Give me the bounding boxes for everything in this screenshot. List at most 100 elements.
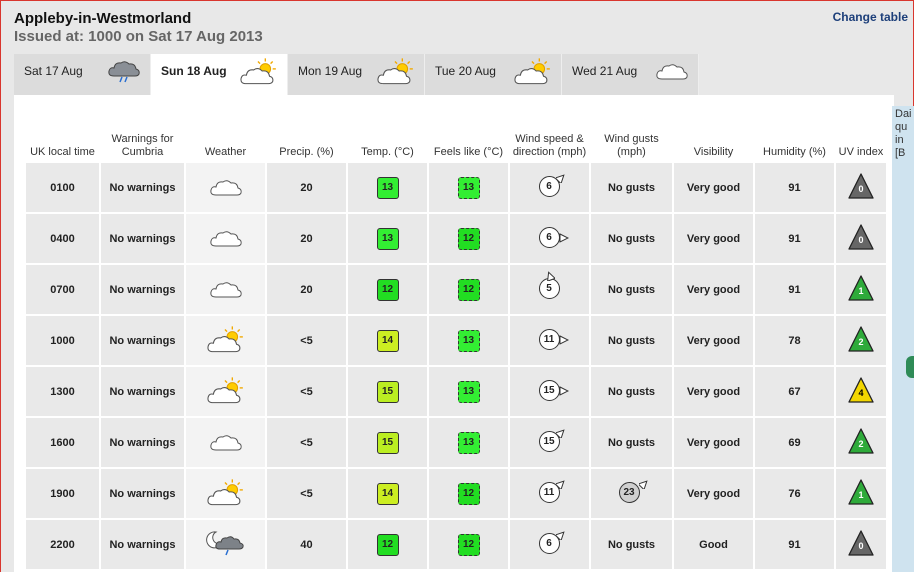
humidity-cell: 69 <box>755 418 834 467</box>
visibility-cell: Very good <box>674 163 753 212</box>
table-row: 1600 No warnings <5 15 13 15 No gusts Very good… <box>26 418 886 467</box>
feels-value: 12 <box>457 533 480 556</box>
uv-cell: 1 <box>836 265 886 314</box>
warning-cell: No warnings <box>101 469 184 518</box>
tab-day-4[interactable]: Wed 21 Aug <box>562 54 699 95</box>
temp-cell: 12 <box>348 520 427 569</box>
humidity-cell: 91 <box>755 214 834 263</box>
feels-cell: 13 <box>429 316 508 365</box>
uv-triangle-icon: 0 <box>847 172 875 200</box>
gusts-cell: No gusts <box>591 163 672 212</box>
cloud-icon <box>208 180 244 202</box>
tab-day-0[interactable]: Sat 17 Aug <box>14 54 151 95</box>
gusts-cell: No gusts <box>591 367 672 416</box>
humidity-cell: 91 <box>755 265 834 314</box>
header-uv: UV index <box>838 146 884 158</box>
tab-label: Sat 17 Aug <box>24 64 83 78</box>
table-row: 1000 No warnings <5 14 13 11 No gusts Very good… <box>26 316 886 365</box>
uv-triangle-icon: 1 <box>847 274 875 302</box>
change-table-link[interactable]: Change table <box>833 10 908 24</box>
gust-text: No gusts <box>607 436 656 449</box>
header-gusts: Wind gusts (mph) <box>604 133 659 158</box>
uv-cell: 2 <box>836 418 886 467</box>
uv-triangle-icon: 2 <box>847 427 875 455</box>
visibility-cell: Very good <box>674 265 753 314</box>
temp-value: 13 <box>376 176 399 199</box>
gust-text: No gusts <box>607 232 656 245</box>
wind-indicator: 6 <box>537 530 565 556</box>
sun-cloud-icon <box>239 57 279 88</box>
uv-triangle-icon: 0 <box>847 529 875 557</box>
side-panel-toggle[interactable] <box>906 356 914 378</box>
uv-value: 0 <box>858 541 864 551</box>
precip-cell: 20 <box>267 163 346 212</box>
table-header-row: UK local time Warnings for Cumbria Weath… <box>26 117 886 161</box>
header-wind: Wind speed & direction (mph) <box>512 133 587 158</box>
visibility-cell: Very good <box>674 316 753 365</box>
visibility-cell: Very good <box>674 367 753 416</box>
temp-cell: 15 <box>348 418 427 467</box>
header-feels: Feels like (°C) <box>433 146 504 158</box>
location-title: Appleby-in-Westmorland <box>14 10 192 27</box>
table-row: 0400 No warnings 20 13 12 6 No gusts Very good 9… <box>26 214 886 263</box>
issued-time: Issued at: 1000 on Sat 17 Aug 2013 <box>14 28 263 45</box>
wind-indicator: 11 <box>537 326 569 352</box>
feels-cell: 12 <box>429 469 508 518</box>
temp-value: 14 <box>376 482 399 505</box>
feels-cell: 12 <box>429 520 508 569</box>
tab-day-1[interactable]: Sun 18 Aug <box>151 54 288 95</box>
time-cell: 1000 <box>26 316 99 365</box>
tab-label: Sun 18 Aug <box>161 64 227 78</box>
visibility-cell: Good <box>674 520 753 569</box>
warning-cell: No warnings <box>101 520 184 569</box>
precip-cell: <5 <box>267 469 346 518</box>
wind-cell: 11 <box>510 316 589 365</box>
cloud-icon <box>208 435 244 457</box>
uv-triangle-icon: 0 <box>847 223 875 251</box>
wind-cell: 11 <box>510 469 589 518</box>
uv-cell: 1 <box>836 469 886 518</box>
temp-cell: 14 <box>348 469 427 518</box>
day-tabs: Sat 17 Aug Sun 18 Aug Mon 19 Aug Tue 20 Aug… <box>14 54 699 95</box>
gusts-cell: No gusts <box>591 418 672 467</box>
forecast-table: UK local time Warnings for Cumbria Weath… <box>24 115 888 571</box>
wind-speed: 6 <box>538 227 560 248</box>
feels-value: 13 <box>457 176 480 199</box>
tab-day-2[interactable]: Mon 19 Aug <box>288 54 425 95</box>
wind-indicator: 5 <box>537 271 563 301</box>
wind-indicator: 6 <box>537 173 565 199</box>
wind-indicator: 15 <box>537 428 565 454</box>
weather-cell <box>186 214 265 263</box>
cloud-icon <box>208 231 244 253</box>
wind-indicator: 15 <box>537 377 569 403</box>
warning-cell: No warnings <box>101 316 184 365</box>
weather-cell <box>186 469 265 518</box>
humidity-cell: 78 <box>755 316 834 365</box>
humidity-cell: 91 <box>755 163 834 212</box>
uv-cell: 0 <box>836 520 886 569</box>
warning-cell: No warnings <box>101 367 184 416</box>
feels-value: 12 <box>457 278 480 301</box>
table-row: 1900 No warnings <5 14 12 11 23 Very good 76 1 <box>26 469 886 518</box>
weather-cell <box>186 316 265 365</box>
temp-cell: 13 <box>348 163 427 212</box>
humidity-cell: 67 <box>755 367 834 416</box>
moon-cloud-rain-icon <box>205 531 246 560</box>
temp-value: 12 <box>376 533 399 556</box>
tab-day-3[interactable]: Tue 20 Aug <box>425 54 562 95</box>
humidity-cell: 76 <box>755 469 834 518</box>
warning-cell: No warnings <box>101 265 184 314</box>
uv-triangle-icon: 1 <box>847 478 875 506</box>
precip-cell: 20 <box>267 214 346 263</box>
table-row: 0700 No warnings 20 12 12 5 No gusts Very good 9… <box>26 265 886 314</box>
weather-cell <box>186 418 265 467</box>
feels-value: 12 <box>457 227 480 250</box>
daily-summary-side-panel[interactable]: Dai qu in [B <box>892 106 914 572</box>
header-time: UK local time <box>30 146 95 158</box>
feels-cell: 12 <box>429 214 508 263</box>
time-cell: 0700 <box>26 265 99 314</box>
uv-value: 1 <box>858 286 864 296</box>
time-cell: 1300 <box>26 367 99 416</box>
wind-cell: 15 <box>510 367 589 416</box>
tab-label: Tue 20 Aug <box>435 64 496 78</box>
